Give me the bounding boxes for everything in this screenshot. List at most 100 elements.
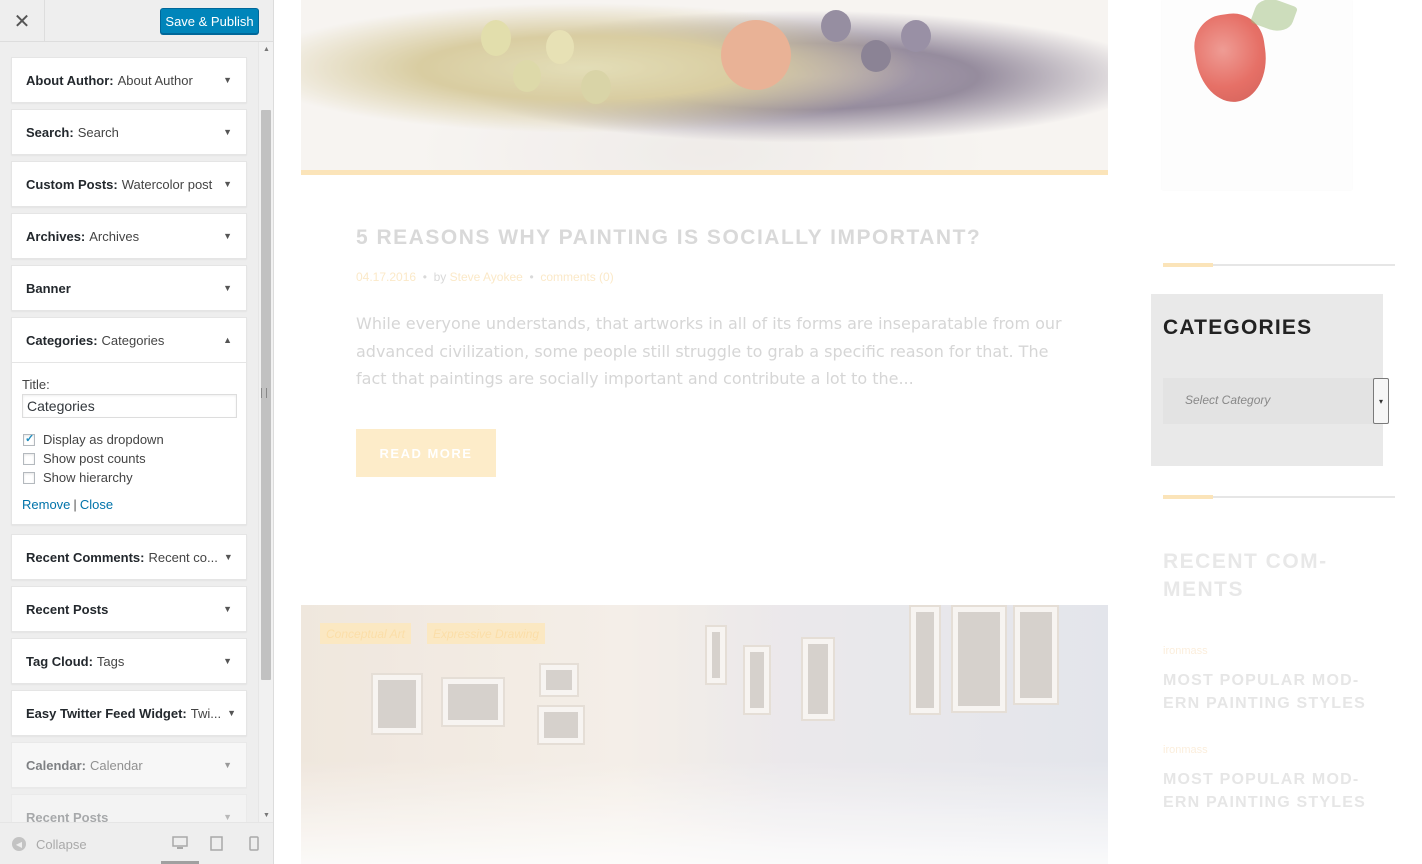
expand-arrow-icon[interactable]: ▼ bbox=[217, 812, 232, 822]
scroll-up-icon[interactable]: ▲ bbox=[263, 46, 270, 53]
widget-name: Archives: bbox=[26, 228, 86, 244]
widget-header[interactable]: Calendar: Calendar ▼ bbox=[12, 743, 246, 787]
expand-arrow-icon[interactable]: ▼ bbox=[217, 760, 232, 770]
widget-search[interactable]: Search: Search ▼ bbox=[11, 109, 247, 155]
close-icon: ✕ bbox=[13, 10, 31, 33]
widget-name: Tag Cloud: bbox=[26, 653, 93, 669]
widget-banner[interactable]: Banner ▼ bbox=[11, 265, 247, 311]
image-accent-line bbox=[301, 170, 1108, 175]
close-link[interactable]: Close bbox=[80, 497, 113, 512]
gallery-tag[interactable]: Expressive Drawing bbox=[427, 623, 546, 644]
checkbox-unchecked[interactable] bbox=[23, 471, 35, 484]
widget-subtitle: About Author bbox=[117, 72, 193, 88]
comment-author[interactable]: ironmass bbox=[1163, 645, 1208, 657]
mobile-icon[interactable] bbox=[249, 836, 259, 851]
widget-subtitle: Tags bbox=[96, 653, 125, 669]
title-label: Title: bbox=[22, 377, 50, 392]
widget-recent-comments[interactable]: Recent Comments: Recent co... ▼ bbox=[11, 534, 247, 580]
expand-arrow-icon[interactable]: ▼ bbox=[217, 656, 232, 666]
expand-arrow-icon[interactable]: ▼ bbox=[217, 231, 232, 241]
scroll-down-icon[interactable]: ▼ bbox=[263, 812, 270, 819]
dropdown-arrow-icon[interactable]: ▾ bbox=[1373, 378, 1389, 424]
actions-separator: | bbox=[73, 497, 77, 512]
widget-subtitle: Calendar bbox=[89, 757, 143, 773]
expand-arrow-icon[interactable]: ▼ bbox=[217, 127, 232, 137]
save-publish-button[interactable]: Save & Publish bbox=[160, 8, 259, 34]
option-show-post-counts[interactable]: Show post counts bbox=[22, 449, 236, 468]
expand-arrow-icon[interactable]: ▼ bbox=[217, 604, 232, 614]
checkbox-checked[interactable] bbox=[23, 432, 35, 446]
strawberry-banner[interactable] bbox=[1162, 0, 1352, 190]
widget-name: Recent Posts bbox=[26, 601, 109, 617]
read-more-button[interactable]: READ MORE bbox=[356, 429, 496, 477]
widget-header[interactable]: Tag Cloud: Tags ▼ bbox=[12, 639, 246, 683]
site-preview: 5 REASONS WHY PAINTING IS SOCIALLY IMPOR… bbox=[274, 0, 1422, 864]
post-date[interactable]: 04.17.2016 bbox=[356, 270, 416, 284]
collapse-icon[interactable]: ◀ bbox=[12, 837, 26, 851]
widget-twitter-feed[interactable]: Easy Twitter Feed Widget: Twi... ▼ bbox=[11, 690, 247, 736]
post-title[interactable]: 5 REASONS WHY PAINTING IS SOCIALLY IMPOR… bbox=[356, 226, 981, 250]
widget-name: Calendar: bbox=[26, 757, 86, 773]
desktop-icon[interactable] bbox=[172, 836, 188, 850]
widget-recent-posts-2[interactable]: Recent Posts ▼ bbox=[11, 794, 247, 822]
post-author[interactable]: Steve Ayokee bbox=[450, 270, 523, 284]
widget-about-author[interactable]: About Author: About Author ▼ bbox=[11, 57, 247, 103]
gallery-tag[interactable]: Conceptual Art bbox=[320, 623, 411, 644]
widget-header[interactable]: Archives: Archives ▼ bbox=[12, 214, 246, 258]
widget-header[interactable]: Recent Comments: Recent co... ▼ bbox=[12, 535, 246, 579]
checkbox-unchecked[interactable] bbox=[23, 452, 35, 465]
widget-tag-cloud[interactable]: Tag Cloud: Tags ▼ bbox=[11, 638, 247, 684]
widget-header[interactable]: Easy Twitter Feed Widget: Twi... ▼ bbox=[12, 691, 246, 735]
collapse-button[interactable]: Collapse bbox=[36, 837, 87, 852]
meta-by: by bbox=[433, 270, 447, 284]
expand-arrow-icon[interactable]: ▼ bbox=[217, 179, 232, 189]
option-label: Display as dropdown bbox=[43, 432, 164, 447]
comment-post-title[interactable]: MOST POPULAR MOD-ERN PAINTING STYLES bbox=[1163, 768, 1393, 814]
widget-categories[interactable]: Categories: Categories ▲ Title: Display … bbox=[11, 317, 247, 525]
widget-list: About Author: About Author ▼ Search: Sea… bbox=[0, 42, 258, 822]
widget-archives[interactable]: Archives: Archives ▼ bbox=[11, 213, 247, 259]
collapse-arrow-icon[interactable]: ▲ bbox=[217, 335, 232, 345]
customizer-sidebar: ✕ Save & Publish About Author: About Aut… bbox=[0, 0, 274, 864]
widget-actions: Remove | Close bbox=[22, 497, 236, 512]
post-comments[interactable]: comments (0) bbox=[540, 270, 613, 284]
widget-header[interactable]: Banner ▼ bbox=[12, 266, 246, 310]
comment-post-title[interactable]: MOST POPULAR MOD-ERN PAINTING STYLES bbox=[1163, 669, 1393, 715]
option-display-dropdown[interactable]: Display as dropdown bbox=[22, 430, 236, 449]
widget-subtitle: Categories bbox=[101, 332, 165, 348]
post-featured-image[interactable] bbox=[301, 0, 1108, 170]
expand-arrow-icon[interactable]: ▼ bbox=[221, 708, 236, 718]
close-customizer-button[interactable]: ✕ bbox=[0, 0, 45, 42]
expand-arrow-icon[interactable]: ▼ bbox=[217, 283, 232, 293]
sidebar-scrollbar[interactable]: ▲ ▼ bbox=[258, 42, 273, 822]
widget-subtitle: Twi... bbox=[190, 705, 222, 721]
widget-header[interactable]: About Author: About Author ▼ bbox=[12, 58, 246, 102]
option-show-hierarchy[interactable]: Show hierarchy bbox=[22, 468, 236, 487]
widget-subtitle: Search bbox=[77, 124, 119, 140]
expand-arrow-icon[interactable]: ▼ bbox=[217, 75, 232, 85]
widget-header[interactable]: Search: Search ▼ bbox=[12, 110, 246, 154]
option-label: Show hierarchy bbox=[43, 470, 133, 485]
widget-name: Categories: bbox=[26, 332, 98, 348]
comment-author[interactable]: ironmass bbox=[1163, 744, 1208, 756]
widget-header[interactable]: Categories: Categories ▲ bbox=[12, 318, 246, 362]
category-select[interactable]: Select Category ▾ bbox=[1163, 378, 1389, 424]
widget-name: Banner bbox=[26, 280, 71, 296]
expand-arrow-icon[interactable]: ▼ bbox=[218, 552, 233, 562]
widget-header[interactable]: Custom Posts: Watercolor post ▼ bbox=[12, 162, 246, 206]
widget-custom-posts[interactable]: Custom Posts: Watercolor post ▼ bbox=[11, 161, 247, 207]
meta-bullet: • bbox=[422, 270, 427, 284]
section-divider bbox=[1163, 495, 1395, 499]
tablet-icon[interactable] bbox=[210, 836, 223, 851]
widget-header[interactable]: Recent Posts ▼ bbox=[12, 587, 246, 631]
resize-grip-icon[interactable] bbox=[261, 388, 267, 398]
widget-recent-posts[interactable]: Recent Posts ▼ bbox=[11, 586, 247, 632]
widget-calendar[interactable]: Calendar: Calendar ▼ bbox=[11, 742, 247, 788]
title-input[interactable] bbox=[22, 394, 237, 418]
widget-subtitle: Watercolor post bbox=[121, 176, 213, 192]
widget-header[interactable]: Recent Posts ▼ bbox=[12, 795, 246, 823]
gallery-featured-image[interactable]: Conceptual Art Expressive Drawing bbox=[301, 605, 1108, 864]
remove-link[interactable]: Remove bbox=[22, 497, 70, 512]
post-excerpt: While everyone understands, that artwork… bbox=[356, 314, 1062, 388]
widget-subtitle: Recent co... bbox=[148, 549, 218, 565]
